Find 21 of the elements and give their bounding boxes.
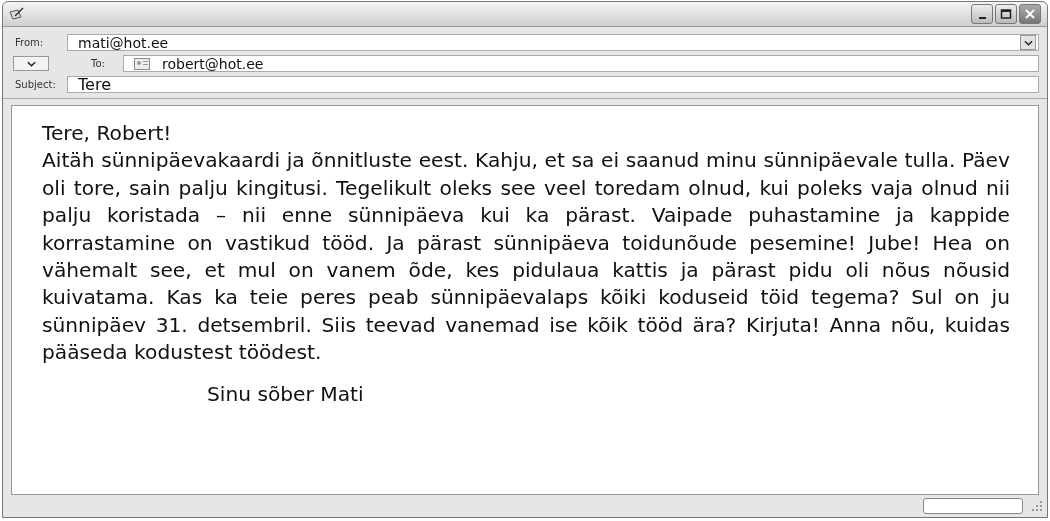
subject-field[interactable]: Tere <box>67 76 1039 93</box>
contact-card-icon <box>134 57 150 70</box>
subject-label: Subject: <box>15 79 57 90</box>
greeting-text: Tere, Robert! <box>42 120 173 147</box>
close-button[interactable] <box>1019 4 1041 24</box>
envelope-pen-icon <box>9 7 25 21</box>
maximize-button[interactable] <box>995 4 1017 24</box>
maximize-icon <box>1000 8 1012 20</box>
from-label: From: <box>15 37 45 48</box>
from-field[interactable]: mati@hot.ee <box>67 34 1039 51</box>
signature-text: Sinu sõber Mati <box>206 380 365 408</box>
chevron-down-icon <box>26 60 36 67</box>
resize-grip-icon[interactable] <box>1031 500 1043 512</box>
minimize-button[interactable] <box>971 4 993 24</box>
message-body[interactable] <box>11 105 1039 495</box>
to-field[interactable]: robert@hot.ee <box>123 55 1039 72</box>
close-icon <box>1024 8 1036 20</box>
minimize-icon <box>978 17 986 19</box>
recipient-type-dropdown[interactable] <box>13 56 49 71</box>
to-label: To: <box>91 58 106 69</box>
message-paragraph: Aitäh sünnipäevakaardi ja õnnitluste eest. Kahju, et sa ei saanud minu sünnipäevale tulla. Päev oli tore, sain palju kingitusi. Tegelikult oleks see veel toredam olnud, kui poleks vaja olnud nii palju koristada – nii enne sünnipäeva kui ka pärast. Vaipade puhastamine ja kappide korrastamine on vastikud tööd. Ja pärast sünnipäeva toidunõude pesemine! Jube! Hea on vähemalt see, et mul on vanem õde, kes pidulaua kattis ja pärast pidu oli nõus nõusid kuivatama. Kas ka teie peres peab sünnipäevalaps kõiki koduseid töid tegema? Sul on ju sünnipäev 31. detsembril. Siis teevad vanemad ise kõik tööd ära? Kirjuta! Anna nõu, kuidas pääseda kodustest töödest. <box>42 147 1010 367</box>
